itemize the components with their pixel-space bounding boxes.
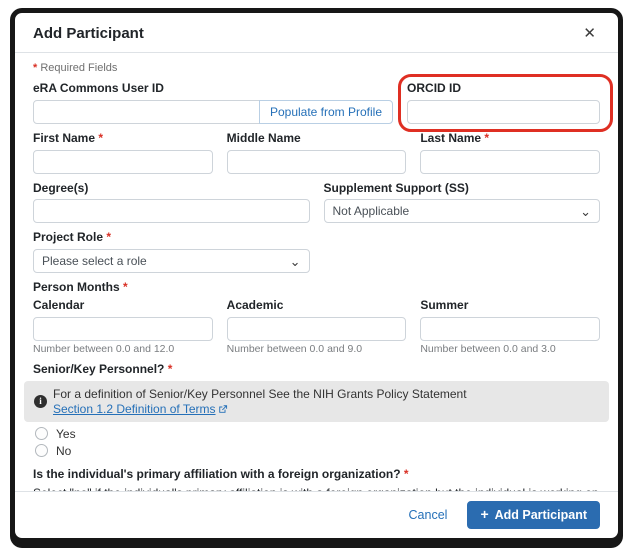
era-commons-input[interactable] bbox=[33, 99, 260, 124]
foreign-affiliation-label: Is the individual's primary affiliation … bbox=[33, 466, 409, 481]
required-asterisk: * bbox=[98, 130, 104, 145]
summer-label: Summer bbox=[420, 297, 469, 312]
summer-months-input[interactable] bbox=[420, 316, 601, 341]
radio-label: No bbox=[56, 443, 72, 458]
last-name-label: Last Name * bbox=[420, 130, 490, 145]
project-role-value: Please select a role bbox=[42, 254, 147, 269]
dialog-header: Add Participant ✕ bbox=[15, 13, 618, 53]
middle-name-input[interactable] bbox=[226, 149, 407, 174]
cancel-button[interactable]: Cancel bbox=[409, 508, 448, 522]
orcid-label: ORCID ID bbox=[407, 81, 462, 95]
senior-key-no-option[interactable]: No bbox=[35, 444, 600, 458]
supplement-support-value: Not Applicable bbox=[332, 204, 410, 219]
chevron-down-icon: ⌄ bbox=[289, 253, 301, 269]
senior-key-yes-option[interactable]: Yes bbox=[35, 427, 600, 441]
dialog-body: * Required Fields eRA Commons User ID Po… bbox=[15, 53, 618, 491]
required-asterisk: * bbox=[484, 130, 490, 145]
populate-from-profile-button[interactable]: Populate from Profile bbox=[258, 99, 394, 124]
calendar-hint: Number between 0.0 and 12.0 bbox=[33, 342, 175, 355]
radio-button-icon[interactable] bbox=[35, 444, 48, 458]
required-fields-note: * Required Fields bbox=[33, 62, 600, 74]
dialog-footer: Cancel + Add Participant bbox=[15, 491, 618, 538]
academic-hint: Number between 0.0 and 9.0 bbox=[226, 342, 363, 355]
era-commons-label: eRA Commons User ID bbox=[33, 81, 164, 95]
required-asterisk: * bbox=[167, 362, 173, 377]
supplement-support-label: Supplement Support (SS) bbox=[323, 180, 469, 195]
academic-label: Academic bbox=[226, 297, 284, 312]
dialog-title: Add Participant bbox=[33, 25, 144, 42]
radio-button-icon[interactable] bbox=[35, 427, 48, 441]
radio-label: Yes bbox=[56, 426, 76, 441]
add-participant-button-label: Add Participant bbox=[494, 508, 587, 522]
required-note-text: Required Fields bbox=[40, 62, 118, 74]
calendar-months-input[interactable] bbox=[33, 316, 213, 341]
required-asterisk: * bbox=[106, 230, 112, 245]
summer-hint: Number between 0.0 and 3.0 bbox=[420, 342, 556, 355]
add-participant-dialog: Add Participant ✕ * Required Fields eRA … bbox=[10, 8, 623, 543]
page-background: Add Participant ✕ * Required Fields eRA … bbox=[0, 0, 633, 555]
plus-icon: + bbox=[480, 506, 489, 523]
degrees-input[interactable] bbox=[33, 199, 310, 224]
required-asterisk: * bbox=[33, 62, 38, 74]
middle-name-label: Middle Name bbox=[226, 130, 301, 145]
add-participant-button[interactable]: + Add Participant bbox=[467, 501, 600, 529]
info-icon: i bbox=[34, 395, 47, 409]
academic-months-input[interactable] bbox=[226, 316, 407, 341]
senior-key-info-banner: i For a definition of Senior/Key Personn… bbox=[24, 381, 609, 422]
first-name-label: First Name * bbox=[33, 130, 104, 145]
supplement-support-select[interactable]: Not Applicable ⌄ bbox=[323, 199, 600, 224]
required-asterisk: * bbox=[403, 466, 409, 481]
definition-of-terms-link[interactable]: Section 1.2 Definition of Terms bbox=[53, 402, 228, 416]
person-months-label: Person Months * bbox=[33, 280, 128, 295]
project-role-label: Project Role * bbox=[33, 230, 112, 245]
last-name-input[interactable] bbox=[420, 149, 601, 174]
chevron-down-icon: ⌄ bbox=[580, 203, 591, 219]
orcid-input[interactable] bbox=[407, 99, 600, 124]
degrees-label: Degree(s) bbox=[33, 180, 89, 195]
senior-key-info-text: For a definition of Senior/Key Personnel… bbox=[53, 387, 467, 416]
project-role-select[interactable]: Please select a role ⌄ bbox=[33, 249, 310, 274]
senior-key-personnel-label: Senior/Key Personnel? * bbox=[33, 362, 173, 377]
calendar-label: Calendar bbox=[33, 297, 85, 312]
close-icon[interactable]: ✕ bbox=[579, 24, 600, 43]
first-name-input[interactable] bbox=[33, 149, 213, 174]
required-asterisk: * bbox=[123, 280, 128, 295]
external-link-icon bbox=[218, 404, 227, 413]
